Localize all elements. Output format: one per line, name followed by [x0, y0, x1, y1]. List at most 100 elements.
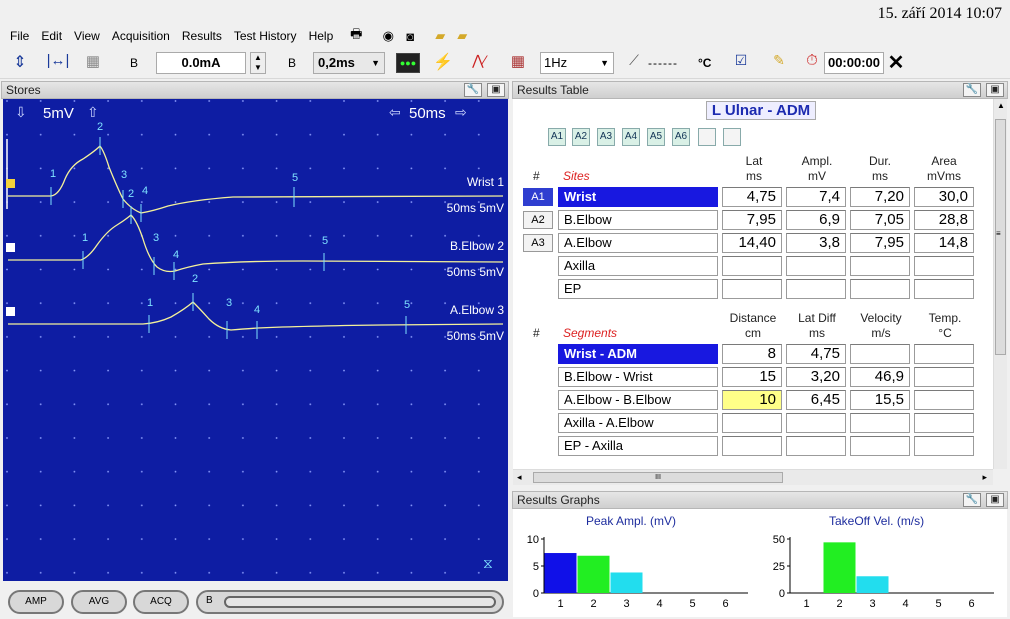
- horizontal-scale-icon[interactable]: |↔|: [44, 52, 72, 74]
- site-tag-a1[interactable]: A1: [523, 188, 553, 206]
- waveform-display[interactable]: ⇩ 5mV ⇧ ⇦ 50ms ⇨ Wrist 1 50ms 5mV B.Elbo…: [3, 99, 508, 581]
- menu-help[interactable]: Help: [303, 26, 340, 46]
- header-dur: Dur. ms: [850, 154, 910, 184]
- site-lat: [722, 279, 782, 299]
- segment-velocity: [850, 436, 910, 456]
- wrench-icon[interactable]: 🔧: [963, 493, 981, 507]
- cursor-2-4: 4: [173, 249, 180, 261]
- avg-button-empty-1[interactable]: [698, 128, 716, 146]
- segment-name-axilla-a-elbow[interactable]: Axilla - A.Elbow: [558, 413, 718, 433]
- segment-distance[interactable]: [722, 413, 782, 433]
- restore-icon[interactable]: ▣: [986, 493, 1004, 507]
- trace-marker-2[interactable]: [6, 243, 15, 252]
- site-name-b-elbow[interactable]: B.Elbow: [558, 210, 718, 230]
- checklist-icon[interactable]: ☑: [730, 52, 752, 74]
- print-icon[interactable]: 🖶: [345, 26, 367, 46]
- note-icon[interactable]: ✎: [768, 52, 790, 74]
- stimulus-current-field[interactable]: 0.0mA: [156, 52, 246, 74]
- stimulator-icon[interactable]: ●●●: [396, 53, 420, 73]
- scroll-up-icon[interactable]: ▲: [997, 101, 1005, 110]
- hscroll-thumb[interactable]: III: [533, 472, 783, 483]
- trace-marker-3[interactable]: [6, 307, 15, 316]
- segment-distance[interactable]: [722, 436, 782, 456]
- pulse-duration-select[interactable]: 0,2ms ▼: [313, 52, 385, 74]
- segment-temp[interactable]: [914, 390, 974, 410]
- segment-name-a-elbow-b-elbow[interactable]: A.Elbow - B.Elbow: [558, 390, 718, 410]
- wrench-icon[interactable]: 🔧: [963, 83, 981, 97]
- scroll-right-icon[interactable]: ▸: [982, 472, 987, 483]
- segment-name-wrist-adm[interactable]: Wrist - ADM: [558, 344, 718, 364]
- close-icon[interactable]: ✕: [886, 50, 906, 74]
- avg-button-a6[interactable]: A6: [672, 128, 690, 146]
- segment-name-b-elbow-wrist[interactable]: B.Elbow - Wrist: [558, 367, 718, 387]
- rate-select[interactable]: 1Hz ▼: [540, 52, 614, 74]
- folder-save-icon[interactable]: ▰: [451, 26, 473, 46]
- restore-icon[interactable]: ▣: [986, 83, 1004, 97]
- scroll-left-icon[interactable]: ◂: [517, 472, 522, 483]
- avg-button[interactable]: AVG: [71, 590, 127, 614]
- site-name-wrist[interactable]: Wrist: [558, 187, 718, 207]
- segment-temp[interactable]: [914, 436, 974, 456]
- avg-button-a5[interactable]: A5: [647, 128, 665, 146]
- thermometer-icon[interactable]: ⟋: [624, 52, 644, 74]
- site-tag-a2[interactable]: A2: [523, 211, 553, 229]
- current-spinner[interactable]: ▲ ▼: [250, 52, 266, 74]
- avg-button-a1[interactable]: A1: [548, 128, 566, 146]
- video-icon[interactable]: ◙: [399, 26, 421, 46]
- peak-ampl-title: Peak Ampl. (mV): [586, 514, 677, 528]
- wrench-icon[interactable]: 🔧: [464, 83, 482, 97]
- vertical-scrollbar[interactable]: ▲ ≡: [993, 99, 1007, 469]
- site-name-axilla[interactable]: Axilla: [558, 256, 718, 276]
- site-name-a-elbow[interactable]: A.Elbow: [558, 233, 718, 253]
- cursor-1-1: 1: [50, 168, 57, 180]
- camera-icon[interactable]: ◉: [377, 26, 399, 46]
- header-area-unit: mVms: [927, 169, 961, 183]
- menu-acquisition[interactable]: Acquisition: [106, 26, 176, 46]
- cursor-2-2: 2: [128, 188, 135, 200]
- trace-marker-1[interactable]: [6, 179, 15, 188]
- folder-open-icon[interactable]: ▰: [429, 26, 451, 46]
- hourglass-icon[interactable]: ⧖: [483, 555, 493, 572]
- repetitive-icon[interactable]: ▦: [506, 52, 530, 74]
- avg-button-a4[interactable]: A4: [622, 128, 640, 146]
- menu-file[interactable]: File: [4, 26, 35, 46]
- menu-results[interactable]: Results: [176, 26, 228, 46]
- x-tick-label: 1: [803, 598, 809, 610]
- menu-edit[interactable]: Edit: [35, 26, 68, 46]
- segment-distance[interactable]: 10: [722, 390, 782, 410]
- segment-temp[interactable]: [914, 367, 974, 387]
- horizontal-scrollbar[interactable]: ◂ III ▸: [513, 469, 993, 485]
- vertical-scale-icon[interactable]: ⇕: [8, 52, 32, 74]
- cursor-1-2: 2: [97, 121, 104, 133]
- restore-icon[interactable]: ▣: [487, 83, 505, 97]
- site-name-ep[interactable]: EP: [558, 279, 718, 299]
- segment-velocity: [850, 413, 910, 433]
- avg-button-a3[interactable]: A3: [597, 128, 615, 146]
- sensitivity-down-icon[interactable]: ⇩: [15, 104, 27, 121]
- segment-temp[interactable]: [914, 413, 974, 433]
- sensitivity-up-icon[interactable]: ⇧: [87, 104, 99, 121]
- segment-distance[interactable]: 15: [722, 367, 782, 387]
- acq-button[interactable]: ACQ: [133, 590, 189, 614]
- segments-label: Segments: [563, 326, 618, 340]
- trigger-icon[interactable]: ⚡: [432, 52, 454, 74]
- avg-button-a2[interactable]: A2: [572, 128, 590, 146]
- x-tick-label: 5: [689, 598, 695, 610]
- menu-view[interactable]: View: [68, 26, 106, 46]
- overlay-icon[interactable]: ▦: [80, 52, 106, 74]
- sweep-right-icon[interactable]: ⇨: [455, 104, 467, 121]
- amp-button[interactable]: AMP: [8, 590, 64, 614]
- segment-temp[interactable]: [914, 344, 974, 364]
- waveform-icon[interactable]: ⋀⁄: [466, 52, 492, 74]
- cursor-3-4: 4: [254, 304, 261, 316]
- menu-test-history[interactable]: Test History: [228, 26, 303, 46]
- avg-button-empty-2[interactable]: [723, 128, 741, 146]
- sweep-left-icon[interactable]: ⇦: [389, 104, 401, 121]
- segment-name-ep-axilla[interactable]: EP - Axilla: [558, 436, 718, 456]
- site-ampl: [786, 279, 846, 299]
- site-tag-a3[interactable]: A3: [523, 234, 553, 252]
- segment-distance[interactable]: 8: [722, 344, 782, 364]
- segment-velocity: 15,5: [850, 390, 910, 410]
- stopwatch-icon[interactable]: ⏱: [802, 52, 822, 74]
- site-ampl: 3,8: [786, 233, 846, 253]
